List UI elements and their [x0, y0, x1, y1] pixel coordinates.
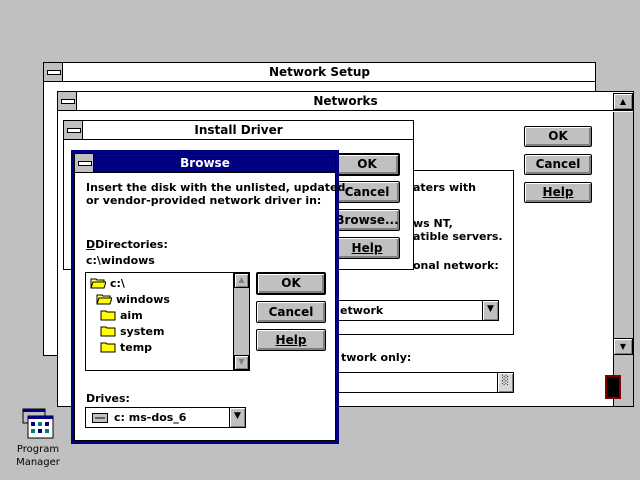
- folder-icon: [100, 326, 116, 337]
- networks-cancel-button[interactable]: Cancel: [524, 154, 592, 175]
- networks-titlebar[interactable]: Networks: [58, 92, 633, 111]
- system-menu-icon[interactable]: [58, 92, 77, 110]
- folder-icon: [100, 342, 116, 353]
- scroll-up-arrow-icon[interactable]: ▲: [234, 273, 249, 288]
- browse-instructions-line-1: Insert the disk with the unlisted, updat…: [86, 181, 350, 194]
- tree-item-aim[interactable]: aim: [100, 309, 240, 323]
- networks-text-fragment-3: atible servers.: [413, 230, 503, 243]
- networks-text-fragment-5: twork only:: [341, 351, 412, 364]
- tree-item-windows[interactable]: windows: [96, 293, 236, 307]
- drives-select[interactable]: c: ms-dos_6 ▼: [85, 407, 246, 428]
- browse-titlebar[interactable]: Browse: [75, 154, 335, 173]
- tree-item-system[interactable]: system: [100, 325, 240, 339]
- directories-label-text: Directories:: [95, 238, 168, 251]
- networks-title: Networks: [313, 94, 378, 108]
- open-folder-icon: [90, 278, 106, 289]
- network-only-select[interactable]: ░: [328, 372, 514, 393]
- drives-label: Drives:: [86, 392, 130, 405]
- program-manager-icon: [22, 408, 54, 439]
- program-manager-desktop-icon[interactable]: Program Manager: [10, 408, 66, 474]
- tree-item-label: temp: [120, 341, 153, 354]
- dropdown-arrow-icon[interactable]: ▼: [482, 301, 498, 320]
- system-menu-icon[interactable]: [75, 154, 94, 172]
- networks-text-fragment-4: onal network:: [413, 259, 499, 272]
- network-setup-titlebar[interactable]: Network Setup: [44, 63, 595, 82]
- browse-cancel-button[interactable]: Cancel: [256, 301, 326, 323]
- program-manager-label-line-2: Manager: [16, 457, 60, 468]
- dark-panel: [605, 375, 621, 399]
- tree-item-root[interactable]: c:\: [90, 277, 230, 291]
- networks-ok-button[interactable]: OK: [524, 126, 592, 147]
- network-select[interactable]: etwork ▼: [334, 300, 499, 321]
- install-driver-title: Install Driver: [194, 123, 283, 137]
- tree-item-label: c:\: [110, 277, 125, 290]
- directories-label: DDirectories:: [86, 238, 168, 251]
- program-manager-label-line-1: Program: [16, 444, 60, 455]
- tree-item-label: system: [120, 325, 165, 338]
- networks-help-button[interactable]: Help: [524, 182, 592, 203]
- browse-ok-button[interactable]: OK: [256, 272, 326, 295]
- dropdown-arrow-icon[interactable]: ░: [497, 373, 513, 392]
- browse-instructions-line-2: or vendor-provided network driver in:: [86, 194, 322, 207]
- scrollbar-track[interactable]: [613, 112, 633, 406]
- directory-scrollbar[interactable]: ▲ ▼: [233, 273, 249, 370]
- folder-icon: [100, 310, 116, 321]
- directory-list[interactable]: c:\ windows aim system temp ▲ ▼: [85, 272, 250, 371]
- system-menu-icon[interactable]: [44, 63, 63, 81]
- install-driver-ok-button[interactable]: OK: [334, 153, 400, 176]
- current-path: c:\windows: [86, 254, 155, 267]
- tree-item-temp[interactable]: temp: [100, 341, 240, 355]
- browse-dialog: Browse Insert the disk with the unlisted…: [71, 150, 350, 444]
- browse-title: Browse: [180, 156, 230, 170]
- networks-text-fragment-1: aters with: [413, 181, 476, 194]
- install-driver-help-button[interactable]: Help: [334, 237, 400, 259]
- install-driver-browse-button[interactable]: Browse...: [334, 209, 400, 231]
- dropdown-arrow-icon[interactable]: ▼: [229, 408, 245, 427]
- system-menu-icon[interactable]: [64, 121, 83, 139]
- open-folder-icon: [96, 294, 112, 305]
- scroll-down-arrow-icon[interactable]: ▼: [613, 338, 633, 355]
- networks-text-fragment-2: ws NT,: [413, 217, 453, 230]
- scroll-down-arrow-icon[interactable]: ▼: [234, 355, 249, 370]
- drive-icon: [92, 413, 108, 423]
- install-driver-titlebar[interactable]: Install Driver: [64, 121, 413, 140]
- drives-label-text: Drives:: [86, 392, 130, 405]
- scroll-up-arrow-icon[interactable]: ▲: [613, 93, 633, 110]
- tree-item-label: windows: [116, 293, 170, 306]
- browse-help-button[interactable]: Help: [256, 329, 326, 351]
- network-setup-title: Network Setup: [269, 65, 370, 79]
- tree-item-label: aim: [120, 309, 143, 322]
